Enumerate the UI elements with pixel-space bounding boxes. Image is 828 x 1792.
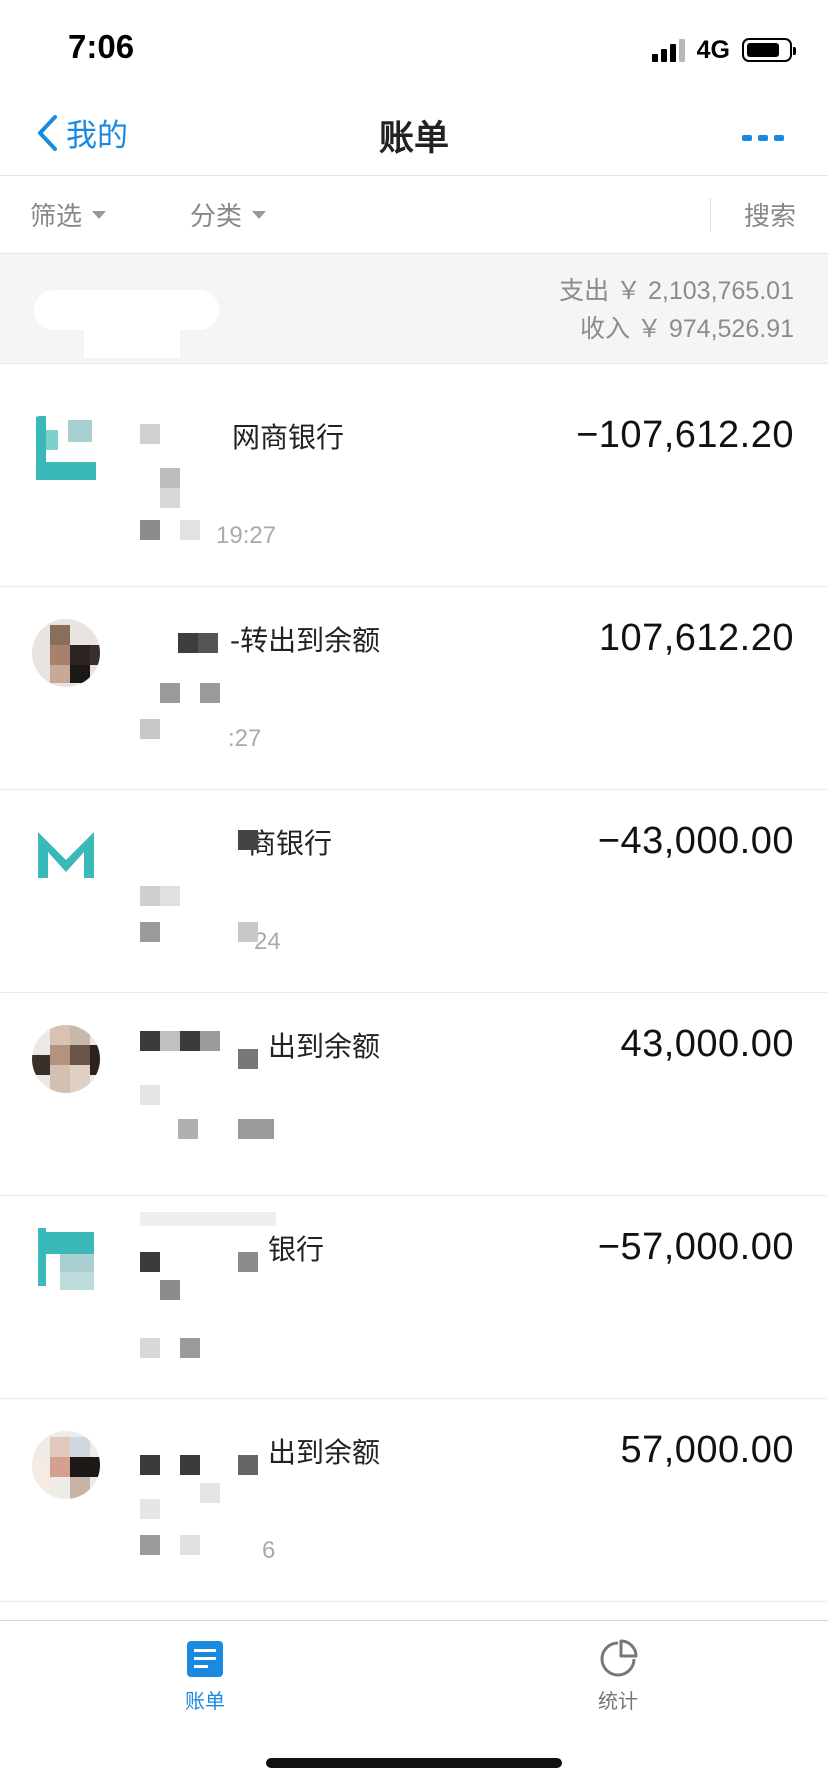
bill-amount: −107,612.20 [576, 414, 794, 456]
home-indicator[interactable] [266, 1758, 562, 1768]
signal-icon [651, 38, 685, 62]
bill-amount: 43,000.00 [620, 1023, 794, 1065]
income-total: 收入 ￥ 974,526.91 [579, 315, 794, 343]
privacy-mosaic [138, 623, 268, 763]
bank-logo-icon [32, 416, 100, 484]
filter-dropdown[interactable]: 筛选 [30, 196, 107, 233]
tab-stats-label: 统计 [598, 1689, 638, 1713]
privacy-mosaic [138, 1435, 268, 1575]
category-label: 分类 [190, 202, 243, 232]
bill-amount: 107,612.20 [598, 617, 794, 659]
page-title: 账单 [378, 119, 449, 159]
pie-chart-icon [600, 1639, 638, 1677]
tab-bills[interactable]: 账单 [145, 1639, 265, 1714]
more-button[interactable] [742, 128, 784, 147]
filter-bar: 筛选 分类 搜索 [0, 176, 828, 254]
bill-row[interactable]: -转出到余额 :27 107,612.20 [0, 587, 828, 790]
bill-amount: 57,000.00 [620, 1429, 794, 1471]
bill-row[interactable]: 商银行 24 −43,000.00 [0, 790, 828, 993]
privacy-mosaic [138, 1029, 274, 1169]
tab-stats[interactable]: 统计 [558, 1639, 678, 1714]
category-dropdown[interactable]: 分类 [190, 196, 267, 233]
bill-title: 出到余额 [268, 1436, 381, 1469]
privacy-mosaic [84, 328, 268, 560]
month-selector[interactable] [34, 290, 219, 330]
bill-row[interactable]: 银行 −57,000.00 [0, 1196, 828, 1399]
expense-total: 支出 ￥ 2,103,765.01 [559, 277, 794, 305]
summary-totals: 支出 ￥ 2,103,765.01 收入 ￥ 974,526.91 [559, 272, 794, 348]
tab-bills-label: 账单 [185, 1689, 225, 1713]
avatar [32, 1431, 100, 1499]
bill-icon [187, 1641, 223, 1677]
privacy-mosaic [138, 1212, 276, 1372]
bill-row[interactable]: 出到余额 6 57,000.00 [0, 1399, 828, 1602]
more-icon [742, 135, 784, 141]
avatar [32, 619, 100, 687]
avatar [32, 1025, 100, 1093]
nav-bar: 我的 账单 [0, 100, 828, 176]
divider [710, 198, 711, 232]
bill-row[interactable]: 网商银行 19:27 −107,612.20 [0, 328, 828, 587]
bill-amount: −43,000.00 [597, 820, 794, 862]
bank-logo-icon [32, 822, 100, 890]
bill-row[interactable]: 出到余额 43,000.00 [0, 993, 828, 1196]
status-bar: 7:06 4G [0, 0, 828, 100]
battery-icon [742, 38, 796, 62]
bill-list: 网商银行 19:27 −107,612.20 -转出到余额 :27 107,61… [0, 328, 828, 1602]
bank-logo-icon [32, 1228, 100, 1296]
bill-title: 出到余额 [268, 1030, 381, 1063]
filter-label: 筛选 [30, 202, 83, 232]
network-type: 4G [696, 35, 730, 64]
caret-down-icon [252, 210, 267, 219]
bill-title: 银行 [268, 1233, 325, 1266]
status-indicators: 4G [651, 35, 796, 64]
bill-amount: −57,000.00 [597, 1226, 794, 1268]
search-button[interactable]: 搜索 [744, 196, 796, 233]
status-time: 7:06 [68, 28, 135, 65]
privacy-mosaic [138, 826, 268, 966]
caret-down-icon [92, 210, 107, 219]
